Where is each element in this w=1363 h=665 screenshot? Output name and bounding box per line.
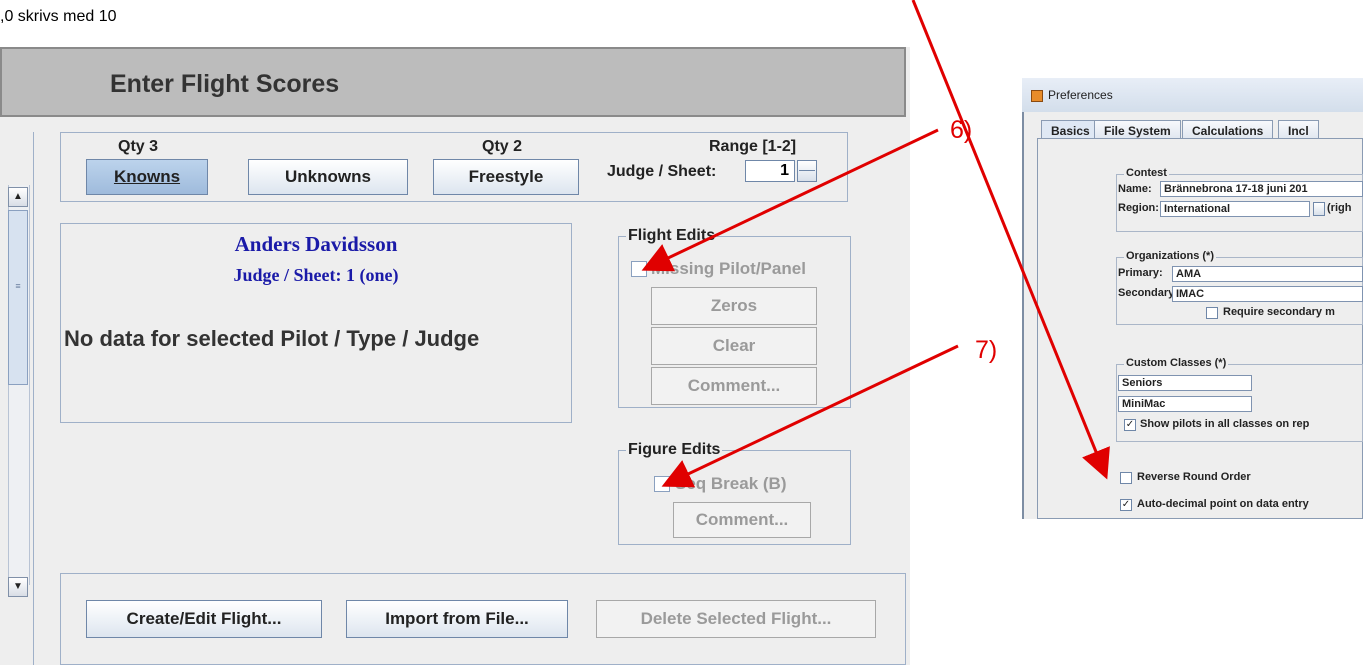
- arrow-seven: [661, 344, 959, 488]
- arrow-six: [641, 128, 939, 272]
- arrow-reverse-round: [911, 0, 1110, 480]
- annotation-arrows-layer: [641, 0, 1110, 488]
